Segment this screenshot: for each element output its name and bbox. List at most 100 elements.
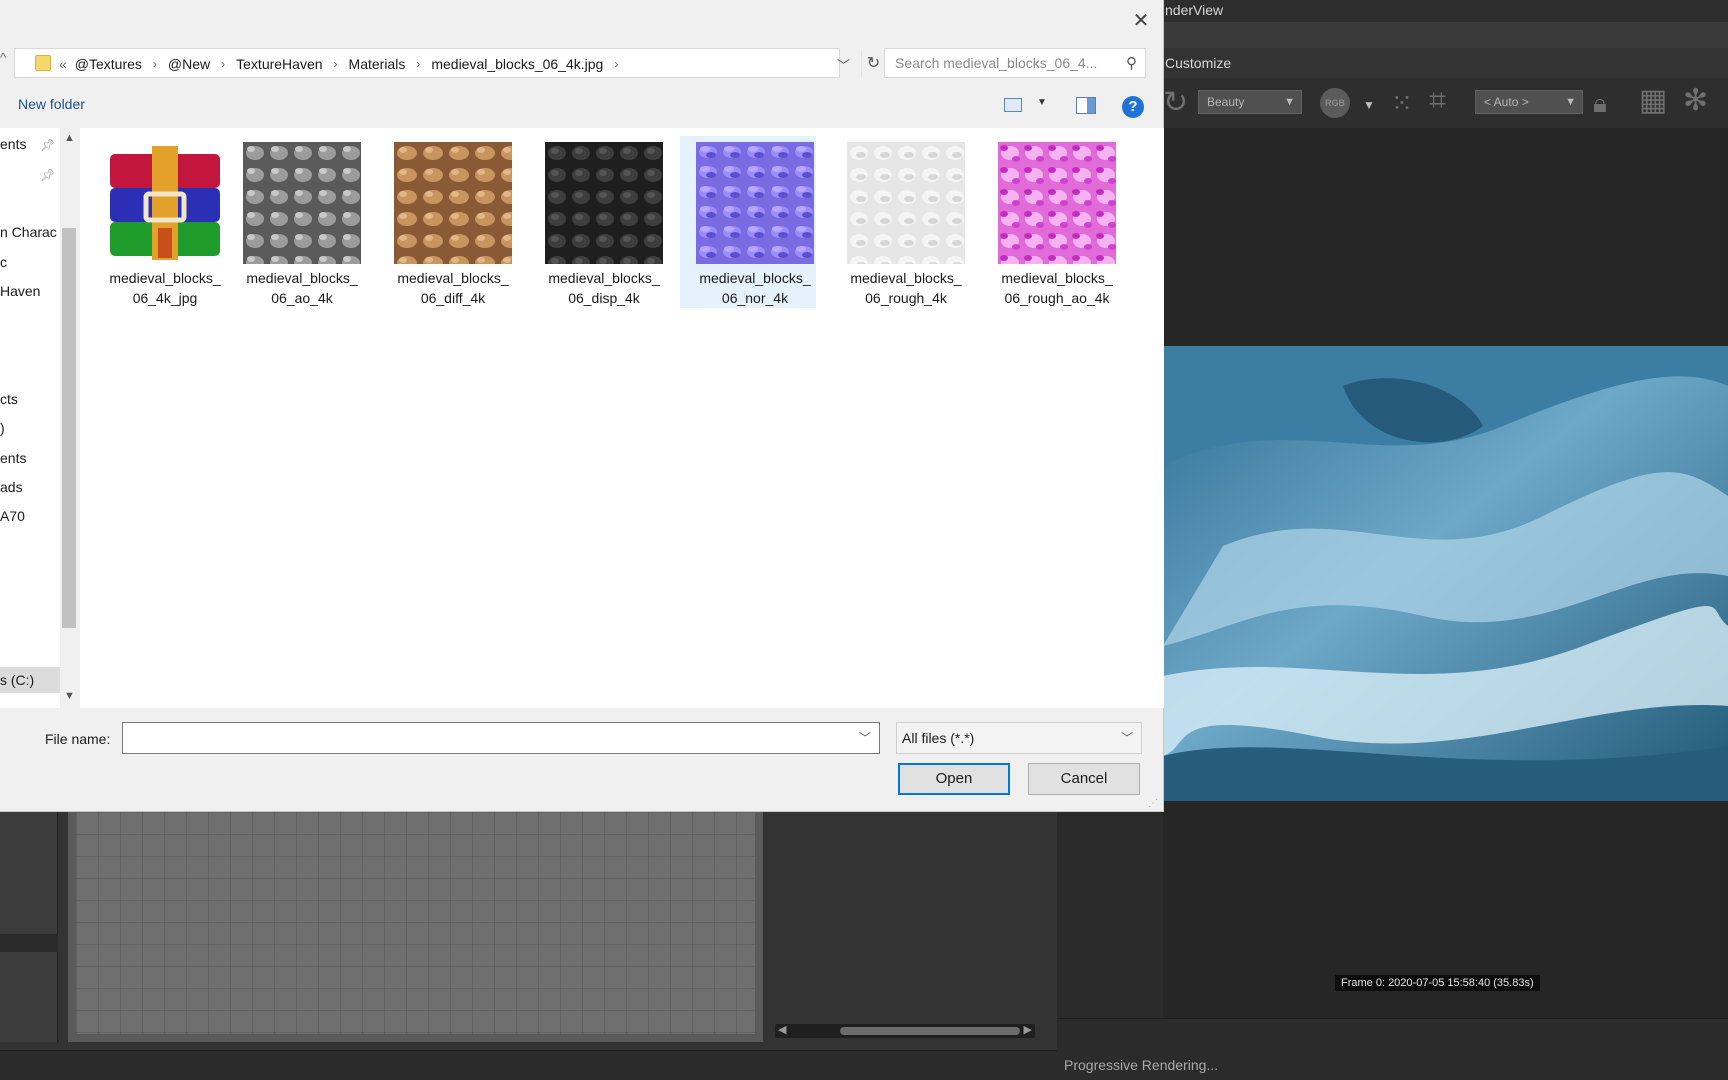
file-item-diff[interactable]: medieval_blocks_ 06_diff_4k xyxy=(378,136,514,308)
file-type-select[interactable]: All files (*.*) ﹀ xyxy=(896,722,1142,754)
left-column-scrollbar[interactable] xyxy=(0,934,58,952)
render-view-title: nderView xyxy=(1163,0,1728,22)
ao-texture-thumbnail xyxy=(243,142,361,264)
change-view-icon[interactable] xyxy=(1004,98,1022,112)
scroll-right-icon[interactable]: ▶ xyxy=(1024,1023,1032,1036)
address-bar[interactable]: « @Textures › @New › TextureHaven › Materia… xyxy=(14,48,880,79)
nav-item-objects[interactable]: cts xyxy=(0,391,18,407)
search-icon[interactable]: ⚲ xyxy=(1126,54,1137,72)
breadcrumb: « @Textures › @New › TextureHaven › Materia… xyxy=(59,49,629,79)
frame-info-label: Frame 0: 2020-07-05 15:58:40 (35.83s) xyxy=(1335,975,1540,991)
address-history-dropdown-icon[interactable]: ﹀ xyxy=(837,55,850,74)
file-name-line1: medieval_blocks_ xyxy=(109,270,221,286)
breadcrumb-new[interactable]: @New xyxy=(168,56,210,72)
pin-icon[interactable]: 📌︎ xyxy=(40,168,55,182)
scrollbar-thumb[interactable] xyxy=(840,1027,1020,1035)
chevron-right-icon[interactable]: › xyxy=(221,57,225,71)
nav-item-a70[interactable]: A70 xyxy=(0,508,25,524)
render-view-toolbar: ↻ Beauty ▼ ▼ ⁙ ⌗ < Auto > ▼ 🔒︎ ▦ ✻ xyxy=(1163,78,1728,128)
diffuse-texture-thumbnail xyxy=(394,142,512,264)
file-name-line1: medieval_blocks_ xyxy=(548,270,660,286)
close-icon[interactable]: ✕ xyxy=(1126,6,1156,36)
breadcrumb-textures[interactable]: @Textures xyxy=(75,56,142,72)
preview-pane-icon[interactable] xyxy=(1076,97,1096,114)
scroll-left-icon[interactable]: ◀ xyxy=(778,1023,786,1036)
nav-item-documents[interactable]: ents xyxy=(0,136,26,152)
chevron-right-icon[interactable]: › xyxy=(614,57,618,71)
rgb-channel-button[interactable]: RGB xyxy=(1320,88,1350,118)
chevron-down-icon: ﹀ xyxy=(1120,731,1133,745)
open-button[interactable]: Open xyxy=(898,763,1010,795)
navigation-pane: ents 📌︎ 📌︎ n Charac c Haven cts ) ents a… xyxy=(0,128,60,708)
file-item-rough-ao[interactable]: medieval_blocks_ 06_rough_ao_4k xyxy=(982,136,1118,308)
nav-item-c[interactable]: c xyxy=(0,254,7,270)
help-icon[interactable]: ? xyxy=(1122,96,1144,118)
beauty-select-label: Beauty xyxy=(1207,95,1245,109)
nav-item-downloads[interactable]: ads xyxy=(0,479,23,495)
auto-select-label: < Auto > xyxy=(1484,95,1529,109)
file-name: medieval_blocks_ 06_diff_4k xyxy=(378,268,528,308)
scroll-up-icon[interactable]: ▲ xyxy=(64,132,75,144)
bottom-bar xyxy=(0,1050,1057,1080)
chevron-right-icon[interactable]: › xyxy=(153,57,157,71)
nav-pane-scrollbar[interactable]: ▲ ▼ xyxy=(60,128,78,708)
crop-icon[interactable]: ⌗ xyxy=(1429,86,1446,116)
render-view-menu-customize[interactable]: Customize xyxy=(1163,48,1728,78)
nav-scroll-thumb[interactable] xyxy=(62,228,76,628)
winrar-archive-icon xyxy=(110,146,220,260)
file-item-nor[interactable]: medieval_blocks_ 06_nor_4k xyxy=(680,136,816,308)
file-item-ao[interactable]: medieval_blocks_ 06_ao_4k xyxy=(227,136,363,308)
horizontal-scrollbar[interactable]: ◀ ▶ xyxy=(775,1024,1035,1038)
refresh-icon[interactable]: ↻ xyxy=(861,51,885,77)
resize-grip-icon[interactable]: ⋰ xyxy=(1148,798,1158,809)
search-input[interactable] xyxy=(895,49,1115,77)
beauty-select[interactable]: Beauty ▼ xyxy=(1198,90,1302,114)
file-name-line1: medieval_blocks_ xyxy=(1001,270,1113,286)
pin-icon[interactable]: 📌︎ xyxy=(40,138,55,152)
rgb-dropdown-arrow-icon[interactable]: ▼ xyxy=(1363,90,1375,120)
file-name: medieval_blocks_ 06_nor_4k xyxy=(680,268,830,308)
chevron-right-icon[interactable]: › xyxy=(334,57,338,71)
grid-icon[interactable]: ▦ xyxy=(1639,86,1667,116)
node-grid-canvas[interactable] xyxy=(68,812,763,1042)
breadcrumb-texturehaven[interactable]: TextureHaven xyxy=(236,56,322,72)
scroll-down-icon[interactable]: ▼ xyxy=(64,690,75,702)
search-box[interactable]: ⚲ xyxy=(884,48,1146,78)
file-item-disp[interactable]: medieval_blocks_ 06_disp_4k xyxy=(529,136,665,308)
nav-item-documents-2[interactable]: ents xyxy=(0,450,26,466)
normal-texture-thumbnail xyxy=(696,142,814,264)
file-list: medieval_blocks_ 06_4k_jpg medieval_block… xyxy=(80,128,1164,708)
progressive-rendering-status: Progressive Rendering... xyxy=(1064,1057,1219,1073)
file-item-rough[interactable]: medieval_blocks_ 06_rough_4k xyxy=(831,136,967,308)
breadcrumb-current-folder[interactable]: medieval_blocks_06_4k.jpg xyxy=(431,56,603,72)
snowflake-icon[interactable]: ✻ xyxy=(1683,86,1708,116)
file-item-4k-jpg[interactable]: medieval_blocks_ 06_4k_jpg xyxy=(90,136,226,308)
view-options-dropdown-icon[interactable]: ▼ xyxy=(1037,97,1047,108)
liquid-render-svg xyxy=(1163,346,1728,801)
file-name-line2: 06_rough_4k xyxy=(865,290,947,306)
displacement-texture-thumbnail xyxy=(545,142,663,264)
command-bar: New folder ▼ ? xyxy=(0,88,1164,124)
nav-item-unknown[interactable]: ) xyxy=(0,420,5,436)
chevron-down-icon: ▼ xyxy=(1284,96,1295,108)
chevron-down-icon[interactable]: ﹀ xyxy=(859,729,871,746)
chevron-down-icon: ▼ xyxy=(1565,96,1576,108)
nav-item-texturehaven[interactable]: Haven xyxy=(0,283,40,299)
rough-ao-texture-thumbnail xyxy=(998,142,1116,264)
roughness-texture-thumbnail xyxy=(847,142,965,264)
render-view-strip xyxy=(1163,22,1728,48)
chevron-right-icon[interactable]: › xyxy=(416,57,420,71)
refresh-icon[interactable]: ↻ xyxy=(1163,88,1188,118)
auto-select[interactable]: < Auto > ▼ xyxy=(1475,90,1583,114)
lock-icon[interactable]: 🔒︎ xyxy=(1593,88,1607,118)
file-name: medieval_blocks_ 06_4k_jpg xyxy=(90,268,240,308)
file-name-input[interactable] xyxy=(123,723,843,753)
new-folder-button[interactable]: New folder xyxy=(18,96,85,112)
breadcrumb-materials[interactable]: Materials xyxy=(349,56,406,72)
back-chevrons[interactable]: « xyxy=(59,56,67,72)
cancel-button[interactable]: Cancel xyxy=(1028,763,1140,795)
nav-item-characters[interactable]: n Charac xyxy=(0,224,57,240)
nav-item-windows-c[interactable]: s (C:) xyxy=(0,667,60,693)
dither-grid-icon[interactable]: ⁙ xyxy=(1391,88,1413,118)
file-name-combobox[interactable]: ﹀ xyxy=(122,722,880,754)
